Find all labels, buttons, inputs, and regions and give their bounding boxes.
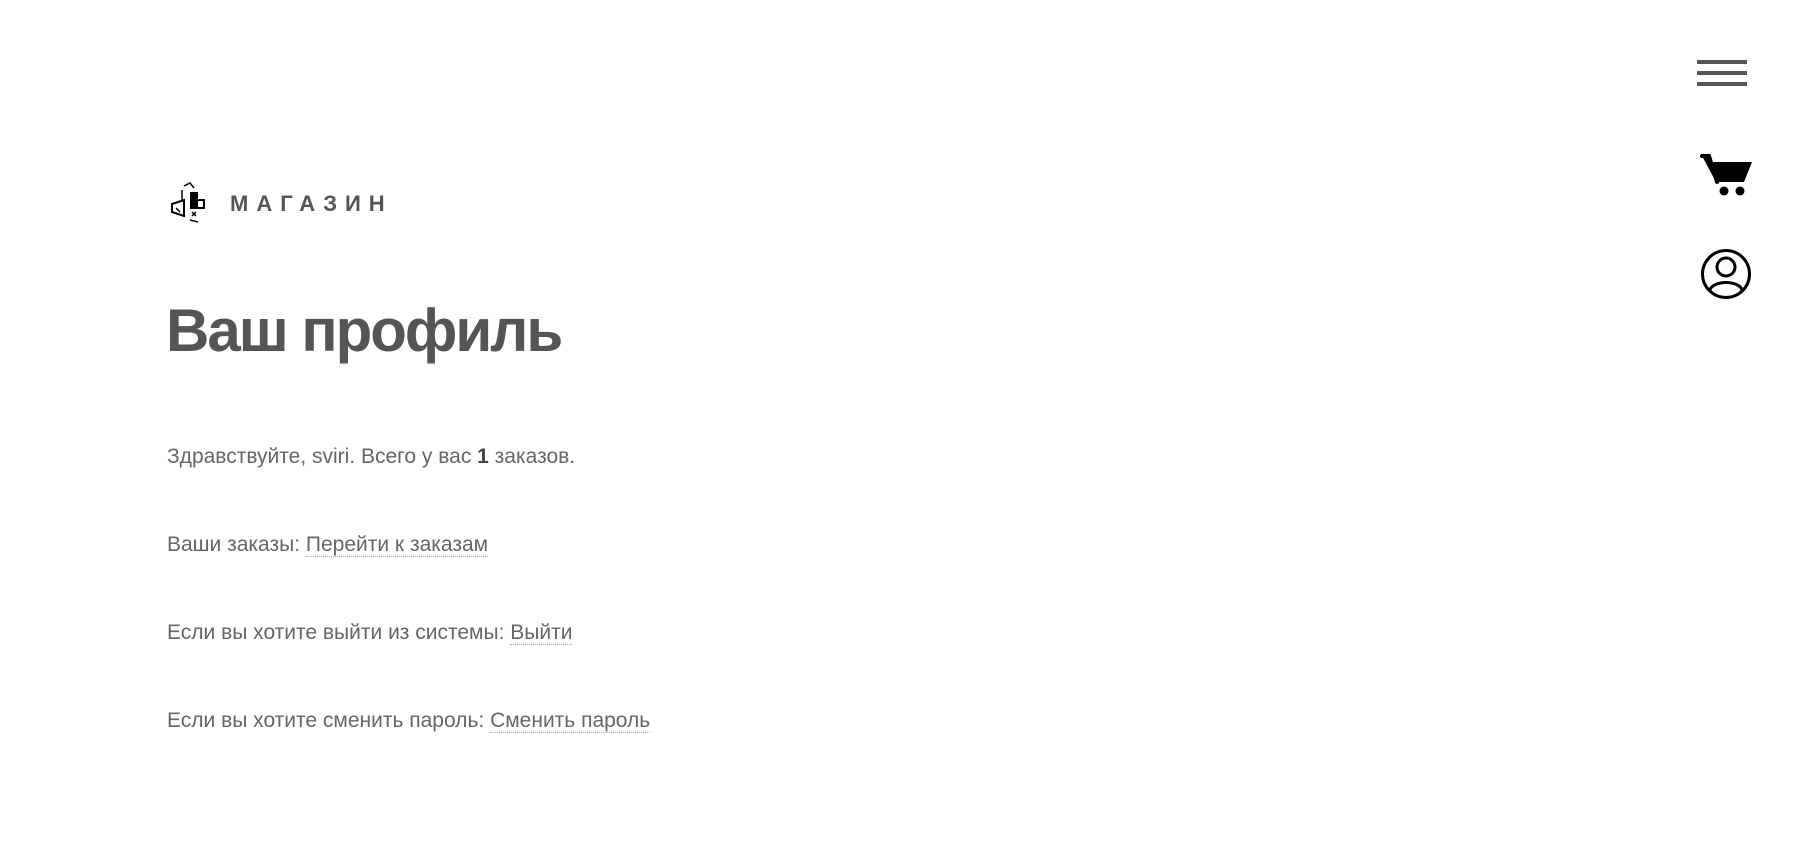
orders-link[interactable]: Перейти к заказам [305, 533, 489, 557]
logout-label: Если вы хотите выйти из системы: [167, 621, 511, 644]
hamburger-menu-icon-bar [1697, 82, 1747, 86]
account-button[interactable] [1700, 248, 1752, 300]
change-password-link[interactable]: Сменить пароль [490, 709, 651, 733]
shopping-cart-icon [1700, 154, 1752, 196]
orders-line: Ваши заказы: Перейти к заказам [167, 533, 489, 557]
greeting-text: Здравствуйте, sviri. Всего у вас 1 заказ… [167, 445, 575, 469]
shop-logo-icon [171, 182, 205, 223]
profile-page: МАГАЗИН Ваш профиль Здравствуйте, sviri.… [0, 0, 1817, 857]
user-account-icon [1701, 249, 1751, 299]
greeting-suffix: заказов. [488, 445, 576, 468]
logo-text: МАГАЗИН [230, 191, 393, 216]
logout-link[interactable]: Выйти [510, 621, 573, 645]
cart-button[interactable] [1700, 152, 1756, 198]
order-count: 1 [477, 445, 489, 468]
site-logo[interactable]: МАГАЗИН [168, 182, 393, 226]
change-password-label: Если вы хотите сменить пароль: [167, 709, 491, 732]
change-password-line: Если вы хотите сменить пароль: Сменить п… [167, 709, 651, 733]
logout-line: Если вы хотите выйти из системы: Выйти [167, 621, 573, 645]
page-title: Ваш профиль [166, 297, 563, 364]
orders-label: Ваши заказы: [167, 533, 306, 556]
greeting-prefix: Здравствуйте, sviri. Всего у вас [167, 445, 478, 468]
menu-button[interactable] [1697, 56, 1747, 90]
hamburger-menu-icon-bar [1697, 71, 1747, 75]
hamburger-menu-icon [1697, 60, 1747, 64]
